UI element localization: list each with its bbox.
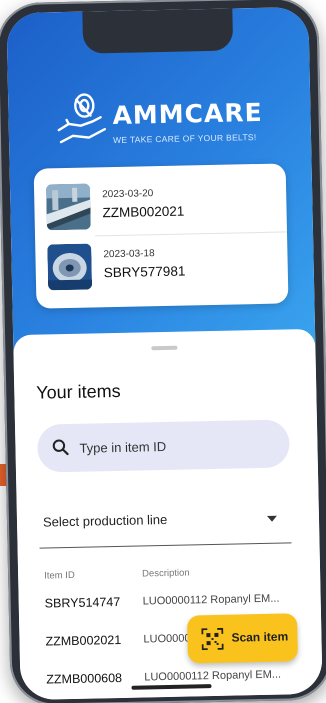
recent-item[interactable]: 2023-03-18 SBRY577981 (47, 240, 278, 295)
sheet-title: Your items (36, 380, 121, 403)
recent-item-date: 2023-03-18 (103, 248, 155, 261)
brand-tagline: WE TAKE CARE OF YOUR BELTS! (112, 132, 257, 146)
caret-down-icon (266, 515, 277, 522)
hero-header: AMMCARE WE TAKE CARE OF YOUR BELTS! 2023… (6, 6, 316, 374)
column-header-description: Description (142, 567, 190, 580)
table-row[interactable]: ZZMB000608 LUO0000112 Ropanyl EM... (42, 667, 302, 696)
search-icon (52, 439, 69, 456)
recent-item-id: ZZMB002021 (102, 203, 185, 221)
scan-item-label: Scan item (231, 629, 289, 645)
scan-item-button[interactable]: Scan item (187, 613, 298, 664)
phone-notch (82, 8, 234, 54)
production-line-select[interactable]: Select production line (38, 499, 292, 549)
items-bottom-sheet: Your items Select production line Item I… (13, 328, 323, 701)
items-table: Item ID Description SBRY514747 LUO000011… (40, 565, 300, 687)
qr-scan-icon (201, 627, 224, 651)
cell-description: LUO0000112 Ropanyl EM... (144, 668, 282, 684)
item-thumbnail (47, 243, 93, 291)
recent-item[interactable]: 2023-03-20 ZZMB002021 (45, 180, 277, 235)
search-input[interactable] (79, 429, 280, 462)
cell-item-id: ZZMB002021 (45, 632, 122, 649)
phone-frame: AMMCARE WE TAKE CARE OF YOUR BELTS! 2023… (0, 0, 326, 703)
hand-holding-belt-roll-icon (57, 93, 107, 144)
app-screen: AMMCARE WE TAKE CARE OF YOUR BELTS! 2023… (6, 6, 323, 701)
column-header-item-id: Item ID (44, 569, 75, 582)
brand-name: AMMCARE (112, 97, 263, 131)
recent-item-id: SBRY577981 (103, 263, 186, 281)
select-label: Select production line (42, 511, 168, 530)
sheet-drag-handle[interactable] (151, 345, 178, 351)
brand-logo: AMMCARE WE TAKE CARE OF YOUR BELTS! (54, 86, 275, 155)
cell-item-id: SBRY514747 (44, 594, 121, 611)
recent-item-date: 2023-03-20 (102, 188, 154, 201)
search-bar[interactable] (36, 419, 290, 473)
cell-item-id: ZZMB000608 (46, 670, 123, 687)
recent-items-card: 2023-03-20 ZZMB002021 2023-03-18 SBRY577… (33, 163, 289, 309)
item-thumbnail (45, 183, 91, 231)
cell-description: LUO0000112 Ropanyl EM... (142, 592, 280, 608)
